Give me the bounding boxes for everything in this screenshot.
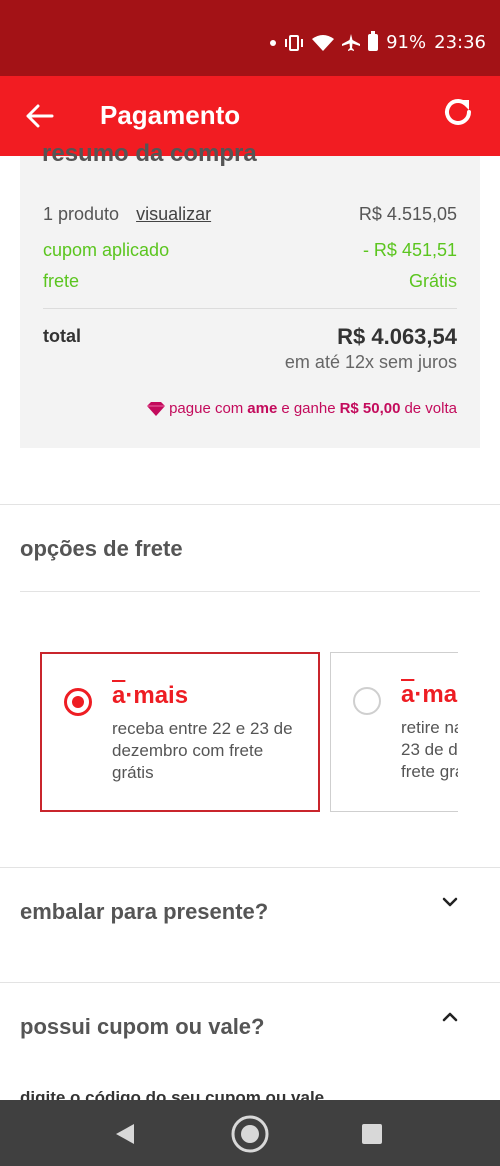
- vibrate-icon: [285, 34, 304, 51]
- total-value: R$ 4.063,54: [337, 324, 457, 349]
- shipping-options-title: opções de frete: [20, 536, 183, 561]
- products-label: 1 produto: [43, 204, 120, 224]
- nav-home-button[interactable]: [228, 1112, 272, 1156]
- coupon-title[interactable]: possui cupom ou vale?: [20, 1014, 264, 1040]
- purchase-summary-card: resumo da compra 1 produto visualizar R$…: [20, 140, 480, 448]
- total-label: total: [43, 326, 81, 346]
- shipping-title-divider: [20, 591, 480, 592]
- gift-wrap-title[interactable]: embalar para presente?: [20, 899, 268, 925]
- back-button[interactable]: [22, 96, 58, 136]
- airplane-icon: [342, 33, 361, 51]
- ame-promo: pague com ame e ganhe R$ 50,00 de volta: [147, 400, 457, 417]
- refresh-button[interactable]: [440, 94, 480, 136]
- ame-prefix: pague com: [169, 400, 244, 417]
- shipping-row: frete Grátis: [43, 271, 457, 292]
- status-icons: 91% 23:36: [270, 31, 486, 53]
- coupon-label: cupom aplicado: [43, 240, 170, 260]
- coupon-row: cupom aplicado - R$ 451,51: [43, 240, 457, 261]
- shipping-label: frete: [43, 271, 80, 291]
- refresh-icon: [445, 99, 471, 125]
- status-bar: 91% 23:36: [0, 0, 500, 76]
- chevron-up-icon[interactable]: [438, 1005, 462, 1029]
- section-divider: [0, 982, 500, 983]
- battery-percent: 91%: [386, 32, 427, 53]
- products-label-wrap: 1 produto visualizar: [43, 204, 211, 225]
- products-value: R$ 4.515,05: [358, 204, 457, 224]
- chevron-down-icon[interactable]: [438, 890, 462, 914]
- ame-amount: R$ 50,00: [339, 400, 401, 417]
- ame-middle: e ganhe: [281, 400, 336, 417]
- products-row: 1 produto visualizar R$ 4.515,05: [43, 204, 457, 225]
- view-products-link[interactable]: visualizar: [136, 204, 211, 224]
- clock: 23:36: [434, 32, 486, 53]
- ame-mais-logo: a·mais: [401, 681, 458, 708]
- coupon-value: - R$ 451,51: [362, 240, 457, 260]
- radio-selected-icon[interactable]: [64, 688, 92, 716]
- battery-icon: [368, 31, 379, 51]
- radio-unselected-icon[interactable]: [353, 687, 381, 715]
- ame-mais-logo: a·mais: [112, 682, 189, 709]
- installments-text: em até 12x sem juros: [284, 352, 457, 372]
- section-divider: [0, 867, 500, 868]
- summary-divider: [43, 308, 457, 309]
- page-title: Pagamento: [100, 100, 241, 130]
- wifi-icon: [312, 34, 335, 51]
- triangle-back-icon: [116, 1124, 134, 1144]
- ame-brand: ame: [247, 400, 278, 417]
- section-divider: [0, 504, 500, 505]
- circle-home-icon: [231, 1115, 269, 1153]
- shipping-option-pickup[interactable]: a·mais retire na loja entre 22 e 23 de d…: [330, 652, 458, 812]
- shipping-options-carousel[interactable]: a·mais receba entre 22 e 23 de dezembro …: [40, 652, 458, 814]
- nav-recents-button[interactable]: [350, 1112, 394, 1156]
- square-recents-icon: [362, 1124, 382, 1144]
- ame-suffix: de volta: [404, 400, 457, 417]
- summary-title: resumo da compra: [42, 140, 257, 167]
- notification-dot-icon: [270, 39, 277, 46]
- ame-gem-icon: [147, 401, 166, 416]
- shipping-option-delivery[interactable]: a·mais receba entre 22 e 23 de dezembro …: [40, 652, 320, 812]
- nav-back-button[interactable]: [104, 1112, 148, 1156]
- shipping-option-description: retire na loja entre 22 e 23 de dezembro…: [401, 718, 458, 781]
- android-nav-bar: [0, 1100, 500, 1166]
- shipping-option-description: receba entre 22 e 23 de dezembro com fre…: [112, 719, 293, 782]
- shipping-value: Grátis: [408, 271, 457, 291]
- arrow-left-icon: [26, 104, 54, 128]
